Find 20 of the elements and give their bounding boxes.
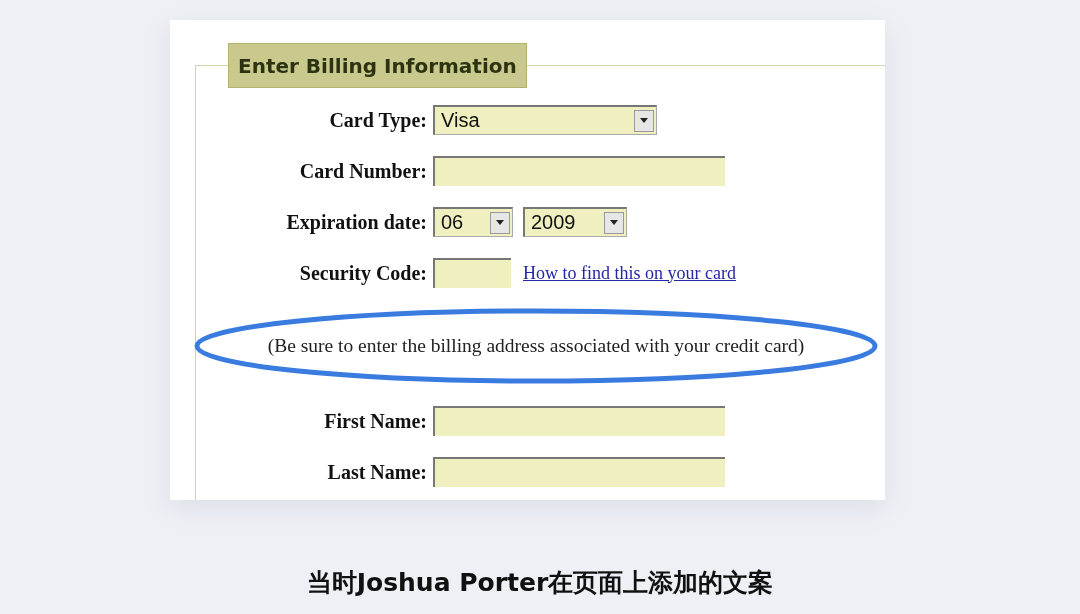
field-label: Expiration date: (285, 210, 428, 234)
section-legend: Enter Billing Information (228, 43, 527, 88)
subtitle: 当时Joshua Porter在页面上添加的文案 (305, 567, 775, 599)
card-type-dropdown[interactable]: Visa (433, 105, 657, 135)
field-label: Card Type: (328, 108, 428, 132)
field-label: Card Number: (298, 159, 428, 183)
help-link[interactable]: How to find this on your card (523, 262, 736, 284)
input-field[interactable] (433, 258, 511, 288)
field-label: First Name: (323, 409, 428, 433)
note-text: (Be sure to enter the billing address associated with your credit card) (267, 335, 805, 357)
input-field[interactable] (433, 156, 725, 186)
field-label: Security Code: (298, 261, 428, 285)
input-field[interactable] (433, 406, 725, 436)
input-field[interactable] (433, 457, 725, 487)
caret-icon (496, 220, 504, 225)
caret-icon (610, 220, 618, 225)
caret-icon (640, 118, 648, 123)
date-dropdown[interactable]: 2009 (523, 207, 627, 237)
date-dropdown[interactable]: 06 (433, 207, 513, 237)
field-label: Last Name: (326, 460, 428, 484)
